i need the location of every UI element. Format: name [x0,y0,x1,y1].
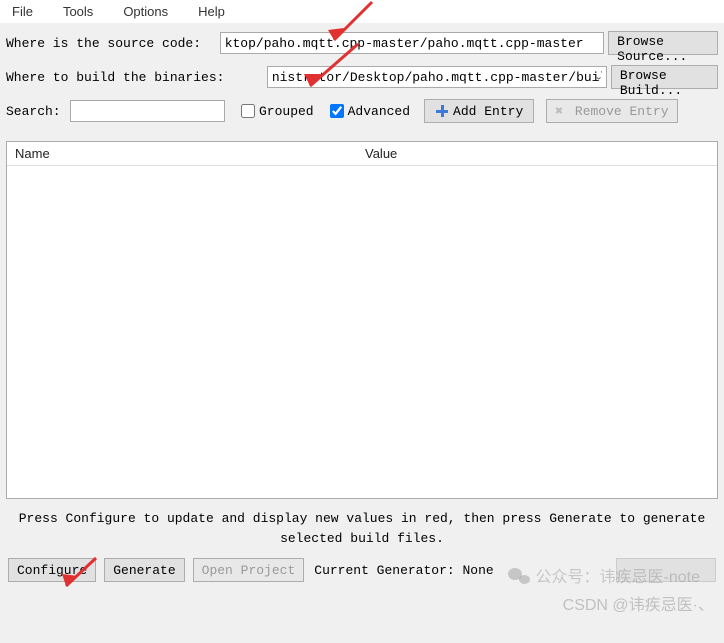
menu-bar: File Tools Options Help [0,0,724,23]
grouped-checkbox[interactable]: Grouped [241,104,314,119]
hint-line2: selected build files. [10,529,714,549]
configure-button[interactable]: Configure [8,558,96,582]
remove-entry-label: Remove Entry [575,104,669,119]
generator-label: Current Generator: None [314,563,493,578]
grouped-label: Grouped [259,104,314,119]
advanced-checkbox-input[interactable] [330,104,344,118]
column-name[interactable]: Name [7,142,357,165]
watermark-text-1: 公众号：讳疾忌医-note [536,563,700,587]
properties-table[interactable]: Name Value [6,141,718,499]
open-project-button: Open Project [193,558,305,582]
hint-line1: Press Configure to update and display ne… [10,509,714,529]
grouped-checkbox-input[interactable] [241,104,255,118]
advanced-checkbox[interactable]: Advanced [330,104,410,119]
add-entry-button[interactable]: Add Entry [424,99,534,123]
column-value[interactable]: Value [357,142,717,165]
menu-file[interactable]: File [6,2,39,21]
source-input[interactable] [220,32,604,54]
add-entry-label: Add Entry [453,104,523,119]
watermark-wechat: 公众号：讳疾忌医-note [508,563,700,587]
watermark-csdn: CSDN @讳疾忌医·、 [563,591,714,615]
browse-source-button[interactable]: Browse Source... [608,31,718,55]
plus-icon [435,104,449,118]
generate-button[interactable]: Generate [104,558,184,582]
menu-help[interactable]: Help [192,2,231,21]
top-section: Where is the source code: Browse Source.… [0,23,724,137]
build-label: Where to build the binaries: [6,70,263,85]
x-icon: ✖ [555,104,563,119]
wechat-icon [508,566,530,584]
source-label: Where is the source code: [6,36,216,51]
search-input[interactable] [70,100,225,122]
menu-tools[interactable]: Tools [57,2,99,21]
advanced-label: Advanced [348,104,410,119]
browse-build-button[interactable]: Browse Build... [611,65,718,89]
search-label: Search: [6,104,66,119]
remove-entry-button: ✖ Remove Entry [546,99,677,123]
build-input[interactable] [267,66,607,88]
menu-options[interactable]: Options [117,2,174,21]
table-header: Name Value [7,142,717,166]
hint-text: Press Configure to update and display ne… [0,503,724,554]
